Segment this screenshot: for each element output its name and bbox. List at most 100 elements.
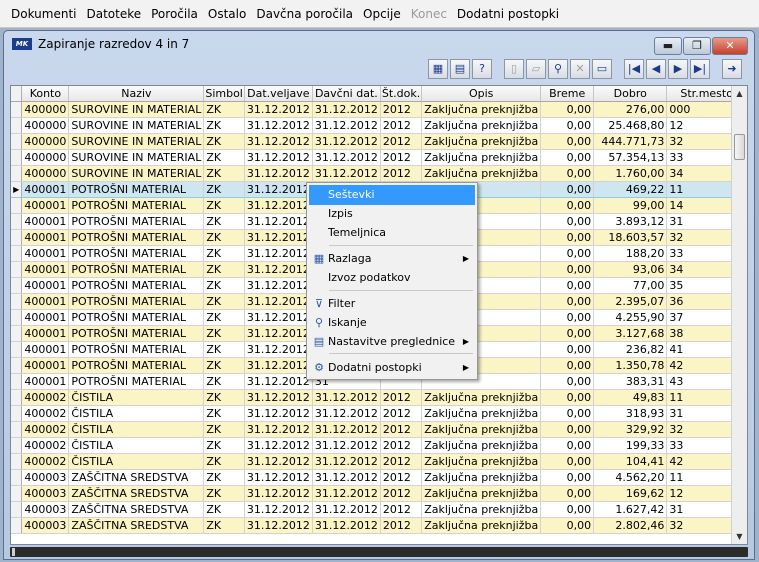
context-item-dodatni-postopki[interactable]: ⚙ Dodatni postopki ▶: [309, 358, 475, 378]
row-indicator[interactable]: [11, 293, 23, 310]
table-cell[interactable]: 400001: [21, 245, 70, 262]
table-cell[interactable]: 469,22: [593, 180, 668, 198]
table-cell[interactable]: POTROŠNI MATERIAL: [68, 309, 205, 326]
table-cell[interactable]: ZK: [203, 453, 245, 470]
table-cell[interactable]: 31.12.2012: [244, 213, 313, 230]
table-cell[interactable]: 4.562,20: [593, 469, 668, 486]
column-header[interactable]: Konto: [21, 86, 70, 102]
table-cell[interactable]: 31.12.2012: [312, 101, 381, 118]
table-cell[interactable]: 31.12.2012: [312, 517, 381, 534]
table-cell[interactable]: 400001: [21, 325, 70, 342]
table-cell[interactable]: 2012: [380, 501, 423, 518]
table-row[interactable]: 400002 ČISTILA ZK 31.12.2012 31.12.2012 2012 Z…: [11, 389, 747, 406]
table-cell[interactable]: ZK: [203, 149, 245, 166]
table-row[interactable]: 400003 ZAŠČITNA SREDSTVA ZK 31.12.2012 31.12…: [11, 469, 747, 486]
table-cell[interactable]: 169,62: [593, 485, 668, 502]
row-indicator[interactable]: [11, 501, 23, 518]
table-cell[interactable]: POTROŠNI MATERIAL: [68, 261, 205, 278]
table-cell[interactable]: 0,00: [540, 405, 595, 422]
table-cell[interactable]: 400002: [21, 405, 70, 422]
context-item-razlaga[interactable]: ▦ Razlaga ▶: [309, 249, 475, 269]
table-cell[interactable]: 0,00: [540, 453, 595, 470]
table-cell[interactable]: 31.12.2012: [312, 485, 381, 502]
table-cell[interactable]: 400002: [21, 389, 70, 406]
table-cell[interactable]: ZK: [203, 501, 245, 518]
table-cell[interactable]: 2012: [380, 517, 423, 534]
table-cell[interactable]: 0,00: [540, 261, 595, 278]
table-cell[interactable]: 25.468,80: [593, 117, 668, 134]
table-row[interactable]: 400000 SUROVINE IN MATERIAL ZK 31.12.2012 31…: [11, 101, 747, 118]
table-cell[interactable]: ZK: [203, 373, 245, 390]
table-cell[interactable]: 0,00: [540, 309, 595, 326]
table-cell[interactable]: 2012: [380, 165, 423, 182]
table-cell[interactable]: 400000: [21, 165, 70, 182]
table-row[interactable]: 400003 ZAŠČITNA SREDSTVA ZK 31.12.2012 31.12…: [11, 485, 747, 502]
table-cell[interactable]: Zaključna preknjižba: [421, 485, 542, 502]
table-cell[interactable]: 400001: [21, 229, 70, 246]
table-cell[interactable]: ZK: [203, 229, 245, 246]
row-indicator[interactable]: [11, 485, 23, 502]
table-cell[interactable]: 444.771,73: [593, 133, 668, 150]
table-cell[interactable]: 2012: [380, 421, 423, 438]
table-row[interactable]: 400003 ZAŠČITNA SREDSTVA ZK 31.12.2012 31.12…: [11, 517, 747, 534]
table-cell[interactable]: 1.350,78: [593, 357, 668, 374]
table-cell[interactable]: POTROŠNI MATERIAL: [68, 357, 205, 374]
table-cell[interactable]: 400001: [21, 357, 70, 374]
table-cell[interactable]: ZK: [203, 389, 245, 406]
vertical-scrollbar[interactable]: ▲ ▼: [731, 86, 747, 544]
table-cell[interactable]: 383,31: [593, 373, 668, 390]
table-cell[interactable]: 0,00: [540, 293, 595, 310]
table-cell[interactable]: 31.12.2012: [244, 101, 313, 118]
table-cell[interactable]: ZK: [203, 261, 245, 278]
table-cell[interactable]: ZAŠČITNA SREDSTVA: [68, 501, 205, 518]
table-cell[interactable]: 31.12.2012: [244, 373, 313, 390]
table-cell[interactable]: 0,00: [540, 245, 595, 262]
table-cell[interactable]: 2012: [380, 453, 423, 470]
table-cell[interactable]: 0,00: [540, 485, 595, 502]
table-cell[interactable]: Zaključna preknjižba: [421, 421, 542, 438]
table-cell[interactable]: 77,00: [593, 277, 668, 294]
row-indicator[interactable]: [11, 373, 23, 390]
table-cell[interactable]: Zaključna preknjižba: [421, 165, 542, 182]
table-cell[interactable]: 400001: [21, 261, 70, 278]
table-cell[interactable]: Zaključna preknjižba: [421, 405, 542, 422]
table-cell[interactable]: 31.12.2012: [244, 133, 313, 150]
column-header[interactable]: Št.dok.: [380, 86, 423, 102]
table-cell[interactable]: 2.395,07: [593, 293, 668, 310]
table-cell[interactable]: 31.12.2012: [244, 277, 313, 294]
table-cell[interactable]: 31.12.2012: [312, 117, 381, 134]
column-header[interactable]: Breme: [540, 86, 595, 102]
table-cell[interactable]: ZK: [203, 485, 245, 502]
search-icon[interactable]: ⚲: [548, 59, 568, 79]
column-header[interactable]: Naziv: [68, 86, 205, 102]
row-indicator[interactable]: [11, 133, 23, 150]
table-cell[interactable]: ČISTILA: [68, 437, 205, 454]
table-cell[interactable]: 0,00: [540, 389, 595, 406]
table-cell[interactable]: Zaključna preknjižba: [421, 469, 542, 486]
context-item-nastavitve-preglednice[interactable]: ▤ Nastavitve preglednice ▶: [309, 332, 475, 352]
table-row[interactable]: 400002 ČISTILA ZK 31.12.2012 31.12.2012 2012 Z…: [11, 405, 747, 422]
delete-icon[interactable]: ✕: [570, 59, 590, 79]
table-cell[interactable]: 31.12.2012: [312, 469, 381, 486]
table-cell[interactable]: POTROŠNI MATERIAL: [68, 245, 205, 262]
table-cell[interactable]: 104,41: [593, 453, 668, 470]
row-indicator[interactable]: [11, 325, 23, 342]
row-indicator[interactable]: [11, 197, 23, 214]
table-row[interactable]: 400002 ČISTILA ZK 31.12.2012 31.12.2012 2012 Z…: [11, 437, 747, 454]
next-record-icon[interactable]: ▶: [668, 59, 688, 79]
table-cell[interactable]: SUROVINE IN MATERIAL: [68, 165, 205, 182]
table-cell[interactable]: 2012: [380, 437, 423, 454]
table-cell[interactable]: POTROŠNI MATERIAL: [68, 213, 205, 230]
table-cell[interactable]: 31.12.2012: [244, 341, 313, 358]
table-cell[interactable]: 400001: [21, 309, 70, 326]
table-cell[interactable]: 276,00: [593, 101, 668, 118]
exit-icon[interactable]: ➜: [722, 59, 742, 79]
table-cell[interactable]: 0,00: [540, 341, 595, 358]
row-indicator[interactable]: [11, 453, 23, 470]
table-row[interactable]: 400002 ČISTILA ZK 31.12.2012 31.12.2012 2012 Z…: [11, 453, 747, 470]
row-indicator[interactable]: [11, 165, 23, 182]
table-cell[interactable]: POTROŠNI MATERIAL: [68, 277, 205, 294]
help-icon[interactable]: ?: [472, 59, 492, 79]
row-indicator[interactable]: [11, 421, 23, 438]
table-cell[interactable]: 188,20: [593, 245, 668, 262]
